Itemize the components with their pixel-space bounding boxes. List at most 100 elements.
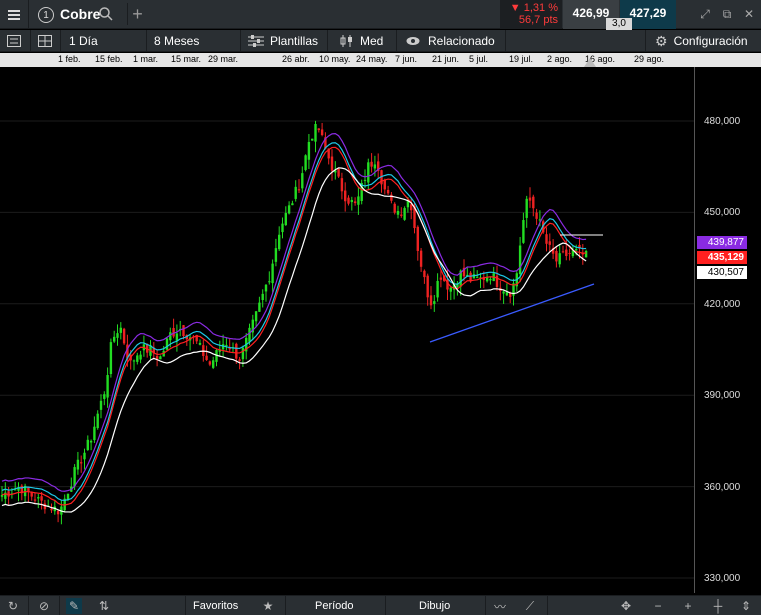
candle-up — [136, 355, 139, 362]
candle-down — [238, 359, 241, 361]
y-tick-label: 360,000 — [704, 482, 741, 493]
zoom-out-icon[interactable]: − — [650, 598, 666, 614]
candle-down — [555, 250, 558, 262]
search-icon[interactable] — [98, 6, 114, 22]
candle-down — [50, 508, 53, 511]
candle-down — [122, 328, 126, 344]
menu-button[interactable] — [0, 0, 29, 29]
candle-down — [561, 251, 565, 253]
current-date-marker-icon — [584, 58, 596, 67]
candle-up — [314, 123, 317, 142]
candle-up — [278, 234, 281, 250]
interval-dropdown[interactable]: 1 Día — [69, 30, 98, 52]
templates-button[interactable]: Plantillas — [248, 30, 318, 52]
list-icon[interactable] — [7, 30, 21, 52]
related-button[interactable]: Relacionado — [406, 30, 495, 52]
time-axis[interactable]: 1 feb. 15 feb. 1 mar. 15 mar. 29 mar. 26… — [0, 53, 761, 67]
settings-label: Configuración — [673, 34, 748, 48]
settings-button[interactable]: ⚙ Configuración — [655, 30, 748, 52]
instrument-symbol[interactable]: Cobre — [60, 6, 100, 22]
candle-down — [40, 496, 43, 501]
candle-up — [304, 155, 307, 171]
candle-down — [347, 197, 350, 204]
candle-down — [56, 510, 60, 515]
price-axis-divider — [694, 67, 695, 593]
vertical-scale-icon[interactable]: ⇕ — [738, 598, 754, 614]
time-tick: 15 mar. — [171, 54, 202, 64]
candle-up — [96, 413, 99, 429]
add-instrument-button[interactable]: + — [127, 3, 147, 25]
candles-icon — [340, 35, 352, 47]
time-tick: 21 jun. — [432, 54, 460, 64]
time-tick: 24 may. — [356, 54, 388, 64]
time-tick: 2 ago. — [547, 54, 573, 64]
spread-badge: 3,0 — [606, 18, 632, 30]
sort-icon[interactable]: ⇅ — [96, 598, 112, 614]
candle-up — [367, 162, 370, 183]
trend-tool-icon[interactable]: ⟋ — [522, 598, 538, 614]
moving-average-red — [1, 146, 587, 506]
candle-down — [330, 156, 334, 171]
candle-up — [113, 336, 116, 342]
instrument-number-badge[interactable]: 1 — [38, 7, 54, 23]
candle-up — [248, 327, 251, 342]
range-dropdown[interactable]: 8 Meses — [154, 30, 199, 52]
candle-down — [205, 355, 208, 360]
candle-down — [439, 277, 443, 280]
no-symbol-icon[interactable]: ⊘ — [36, 598, 52, 614]
pencil-icon[interactable]: ✎ — [66, 598, 82, 614]
time-tick: 29 ago. — [634, 54, 665, 64]
candle-up — [489, 278, 492, 281]
candle-up — [258, 302, 261, 312]
crosshair-icon[interactable]: ┼ — [710, 598, 726, 614]
candle-up — [106, 375, 109, 398]
candle-down — [423, 270, 426, 278]
candle-down — [235, 343, 238, 359]
expand-icon[interactable]: ⤢ — [698, 7, 712, 21]
candle-down — [568, 253, 571, 255]
close-icon[interactable]: ✕ — [742, 7, 756, 21]
candle-up — [212, 360, 215, 368]
price-type-label: Med — [360, 34, 384, 48]
period-button[interactable]: Período — [315, 596, 354, 615]
candle-up — [433, 301, 436, 304]
candle-down — [565, 249, 568, 256]
candle-up — [89, 440, 93, 443]
layout-grid-icon[interactable] — [38, 30, 52, 52]
price-chart[interactable] — [0, 67, 761, 593]
ma-white-price-tag: 430,507 — [697, 266, 747, 279]
price-type-dropdown[interactable]: Med — [340, 30, 383, 52]
candle-down — [353, 201, 357, 204]
candle-up — [198, 342, 202, 345]
crosshair-move-icon[interactable]: ✥ — [618, 598, 634, 614]
popout-icon[interactable]: ⧉ — [720, 7, 734, 21]
zoom-in-icon[interactable]: + — [680, 598, 696, 614]
candle-up — [287, 205, 291, 214]
time-tick: 5 jul. — [469, 54, 489, 64]
candle-up — [301, 173, 304, 189]
candle-up — [119, 327, 122, 333]
candle-down — [410, 204, 413, 211]
candle-down — [416, 226, 419, 251]
candle-down — [390, 194, 393, 201]
templates-label: Plantillas — [270, 34, 319, 48]
gear-icon: ⚙ — [655, 32, 668, 49]
refresh-icon[interactable]: ↻ — [5, 598, 21, 614]
candle-down — [535, 212, 538, 219]
y-tick-label: 330,000 — [704, 573, 741, 584]
time-tick: 1 mar. — [133, 54, 159, 64]
y-tick-label: 450,000 — [704, 207, 741, 218]
candle-down — [528, 197, 532, 201]
favorites-button[interactable]: Favoritos — [193, 596, 238, 615]
drawing-button[interactable]: Dibujo — [419, 596, 450, 615]
candle-up — [307, 141, 311, 160]
candle-up — [159, 356, 162, 360]
y-tick-label: 390,000 — [704, 390, 741, 401]
candle-up — [518, 245, 522, 275]
candle-up — [165, 338, 169, 350]
candle-up — [268, 281, 271, 283]
candle-up — [274, 248, 278, 262]
star-icon[interactable]: ★ — [260, 598, 276, 614]
candle-up — [522, 220, 525, 243]
wave-tool-icon[interactable]: 〰 — [492, 598, 508, 614]
